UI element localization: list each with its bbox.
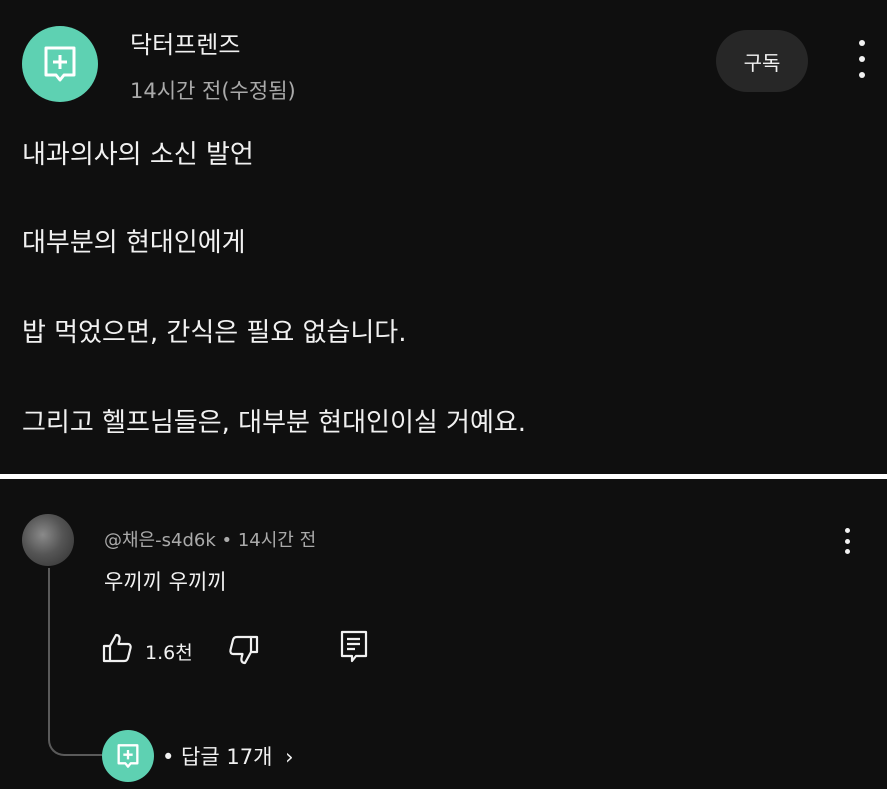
post-text-line: 내과의사의 소신 발언 xyxy=(22,140,254,170)
chevron-right-icon: › xyxy=(285,745,294,769)
post-text-line: 대부분의 현대인에게 xyxy=(22,228,246,258)
meta-separator: • xyxy=(221,530,233,551)
post-text-line: 그리고 헬프님들은, 대부분 현대인이실 거예요. xyxy=(22,408,527,438)
reply-icon xyxy=(340,630,368,663)
channel-name[interactable]: 닥터프렌즈 xyxy=(130,25,240,60)
reply-button[interactable] xyxy=(337,628,371,664)
comment-timestamp: 14시간 전 xyxy=(237,530,317,551)
thumbs-down-icon xyxy=(229,635,259,665)
replies-count-label: • 답글 17개 xyxy=(162,745,273,769)
like-button[interactable] xyxy=(100,630,134,666)
plus-square-icon xyxy=(117,744,139,768)
more-vertical-icon[interactable] xyxy=(852,40,872,78)
like-count: 1.6천 xyxy=(145,642,193,664)
thread-connector xyxy=(48,736,102,756)
dislike-button[interactable] xyxy=(227,632,261,668)
post-text-line: 밥 먹었으면, 간식은 필요 없습니다. xyxy=(22,318,407,348)
comment-meta: @채은-s4d6k • 14시간 전 xyxy=(104,526,316,552)
more-vertical-icon[interactable] xyxy=(840,528,854,554)
channel-avatar[interactable] xyxy=(22,26,98,102)
comment-text: 우끼끼 우끼끼 xyxy=(104,570,227,594)
subscribe-button[interactable]: 구독 xyxy=(716,30,808,92)
plus-square-icon xyxy=(44,46,76,82)
comment-author[interactable]: @채은-s4d6k xyxy=(104,530,216,551)
thread-line xyxy=(48,568,50,738)
channel-reply-avatar xyxy=(102,730,154,782)
thumbs-up-icon xyxy=(102,633,132,663)
post-timestamp: 14시간 전(수정됨) xyxy=(130,79,296,103)
community-post: 닥터프렌즈 14시간 전(수정됨) 구독 내과의사의 소신 발언 대부분의 현대… xyxy=(0,0,887,474)
commenter-avatar[interactable] xyxy=(22,514,74,566)
view-replies-link[interactable]: • 답글 17개 › xyxy=(162,741,294,771)
